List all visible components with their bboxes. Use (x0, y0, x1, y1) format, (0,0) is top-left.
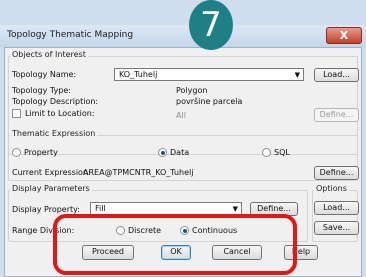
close-icon: X (339, 29, 349, 42)
chevron-down-icon: ▼ (294, 71, 300, 79)
close-button[interactable]: X (326, 27, 362, 44)
topology-description-value: površine parcela (176, 97, 243, 106)
property-radio[interactable] (12, 148, 21, 157)
highlight-annotation (53, 214, 297, 275)
display-property-value: Fill (95, 204, 106, 213)
topology-type-label: Topology Type: (12, 86, 71, 95)
sql-radio[interactable] (262, 148, 271, 157)
limit-to-location-value: All (176, 111, 186, 120)
topology-description-label: Topology Description: (12, 97, 99, 106)
data-radio-label: Data (170, 148, 190, 157)
limit-to-location-label: Limit to Location: (25, 109, 95, 118)
load-options-button[interactable]: Load... (314, 201, 359, 215)
save-options-button[interactable]: Save... (314, 221, 359, 235)
define-expression-button[interactable]: Define... (314, 166, 359, 180)
display-parameters-legend: Display Parameters (10, 184, 92, 193)
property-radio-label: Property (24, 148, 58, 157)
step-number-badge: 7 (189, 0, 233, 50)
objects-of-interest-legend: Objects of Interest (10, 50, 88, 59)
limit-to-location-checkbox[interactable] (12, 109, 21, 118)
topology-name-dropdown[interactable]: KO_Tuhelj ▼ (114, 68, 304, 81)
sql-radio-label: SQL (274, 148, 290, 157)
options-legend: Options (314, 184, 349, 193)
topology-type-value: Polygon (176, 86, 208, 95)
current-expression-value: AREA@TPMCNTR_KO_Tuhelj (83, 168, 194, 177)
current-expression-label: Current Expression: (12, 168, 91, 177)
display-property-label: Display Property: (12, 205, 80, 214)
chevron-down-icon: ▼ (232, 205, 238, 213)
topology-name-value: KO_Tuhelj (119, 70, 158, 79)
define-location-button[interactable]: Define... (314, 108, 359, 122)
window-title: Topology Thematic Mapping (7, 30, 134, 40)
thematic-expression-legend: Thematic Expression (10, 129, 98, 138)
data-radio[interactable] (158, 148, 167, 157)
load-topology-button[interactable]: Load... (314, 68, 359, 82)
topology-name-label: Topology Name: (12, 70, 77, 79)
